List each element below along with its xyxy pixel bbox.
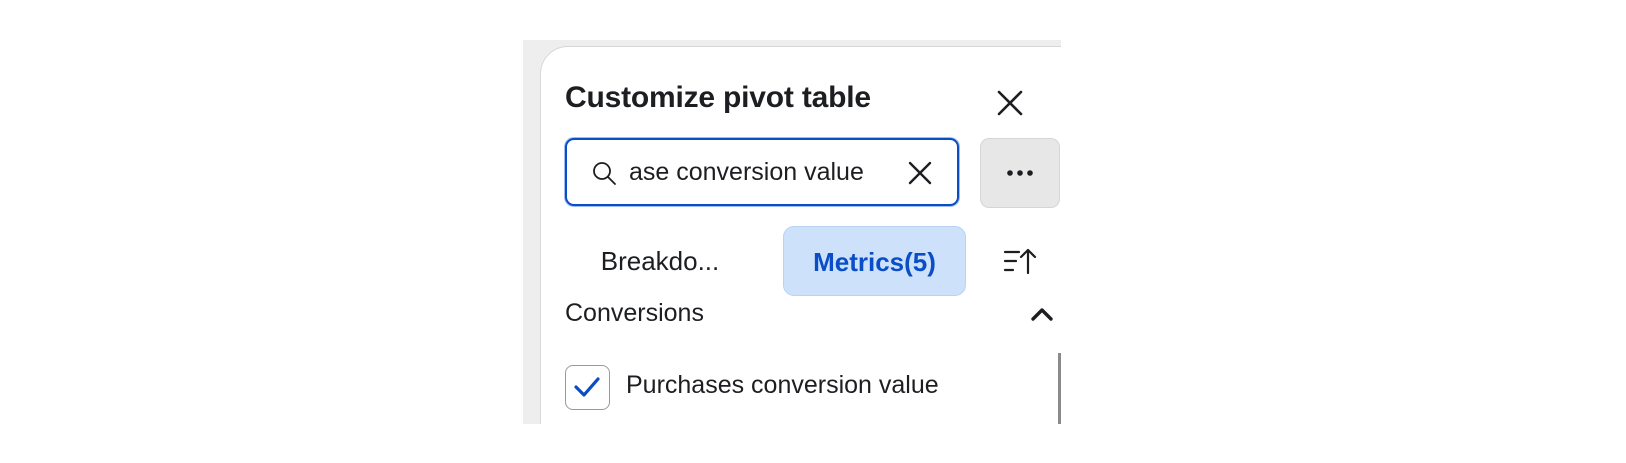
- tab-metrics[interactable]: Metrics(5): [783, 226, 966, 296]
- sort-icon: [1003, 248, 1037, 275]
- section-label-conversions: Conversions: [565, 299, 704, 327]
- search-input[interactable]: [629, 152, 889, 192]
- clear-icon: [908, 161, 932, 185]
- search-icon: [593, 162, 616, 185]
- metric-item-label[interactable]: Purchases conversion value: [626, 371, 939, 400]
- customize-pivot-table-panel: Customize pivot table ase conversion val…: [540, 46, 1061, 424]
- screenshot-stage: Customize pivot table ase conversion val…: [0, 0, 1626, 463]
- metric-checkbox[interactable]: [565, 365, 610, 410]
- checkmark-icon: [574, 377, 600, 397]
- chevron-up-icon: [1031, 308, 1053, 321]
- search-field[interactable]: [565, 138, 959, 206]
- close-button[interactable]: [994, 87, 1026, 119]
- panel-title: Customize pivot table: [565, 81, 871, 114]
- list-scrollbar[interactable]: [1058, 353, 1061, 424]
- close-icon: [997, 90, 1023, 116]
- tab-breakdowns[interactable]: Breakdo...: [565, 226, 755, 296]
- more-options-button[interactable]: [980, 138, 1060, 208]
- more-horizontal-icon: [1007, 170, 1033, 176]
- sort-button[interactable]: [1002, 243, 1038, 279]
- viewport-crop: Customize pivot table ase conversion val…: [523, 40, 1061, 424]
- clear-search-button[interactable]: [906, 159, 934, 187]
- collapse-section-button[interactable]: [1029, 305, 1055, 323]
